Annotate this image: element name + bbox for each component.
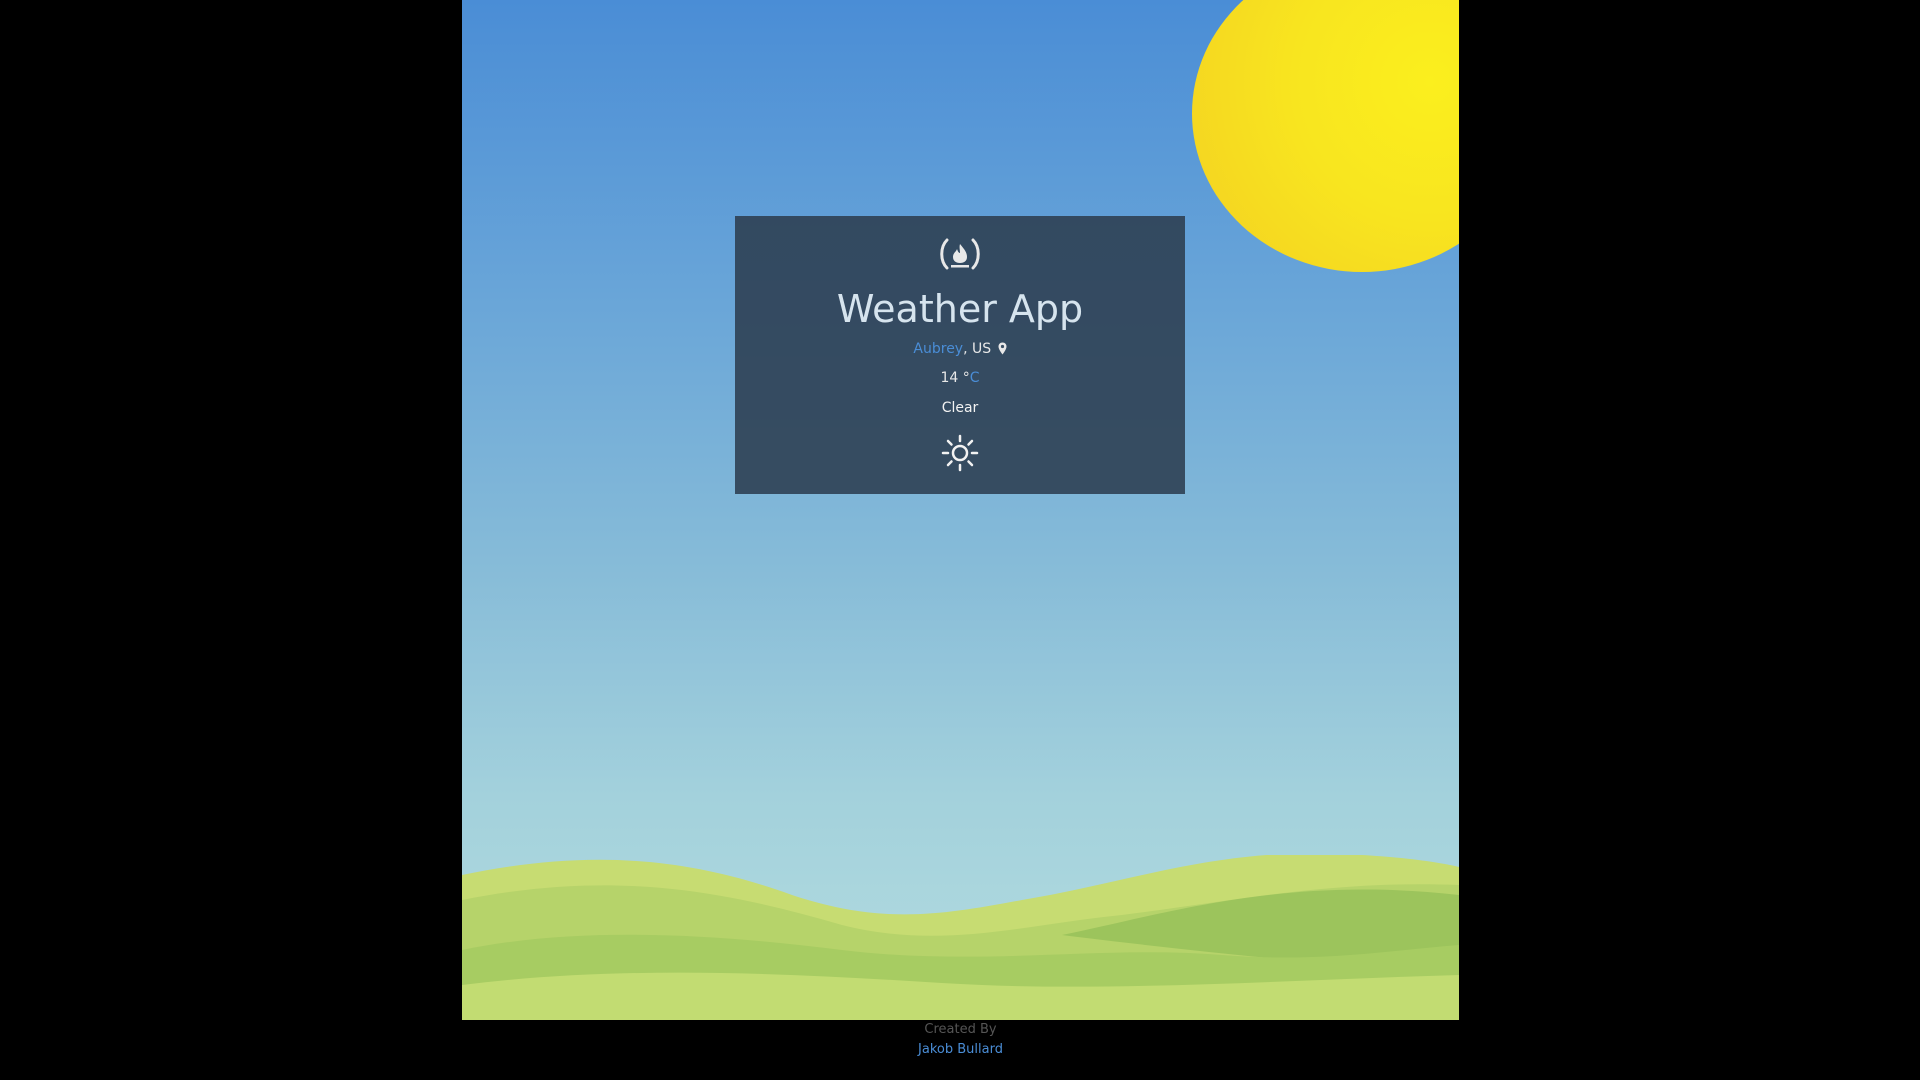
footer: Created By Jakob Bullard (462, 1020, 1459, 1080)
degree-symbol: ° (958, 370, 970, 386)
author-link[interactable]: Jakob Bullard (462, 1041, 1459, 1059)
country-code: US (972, 341, 992, 357)
temperature-display: 14 °C (735, 368, 1185, 388)
hills-illustration (462, 855, 1459, 1020)
sun-illustration (1192, 0, 1459, 272)
created-by-label: Created By (924, 1022, 997, 1037)
weather-scene: Weather App Aubrey, US 14 °C Clear (462, 0, 1459, 1020)
map-marker-icon (998, 341, 1007, 361)
location-display: Aubrey, US (735, 339, 1185, 361)
weather-card: Weather App Aubrey, US 14 °C Clear (735, 216, 1185, 494)
temperature-unit-toggle[interactable]: C (970, 370, 980, 386)
location-separator: , (963, 341, 972, 357)
city-name: Aubrey (913, 341, 964, 357)
freecodecamp-logo-icon (735, 236, 1185, 272)
temperature-value: 14 (940, 370, 959, 386)
app-title: Weather App (836, 287, 1084, 331)
weather-description: Clear (941, 400, 979, 416)
sun-icon (735, 433, 1185, 473)
